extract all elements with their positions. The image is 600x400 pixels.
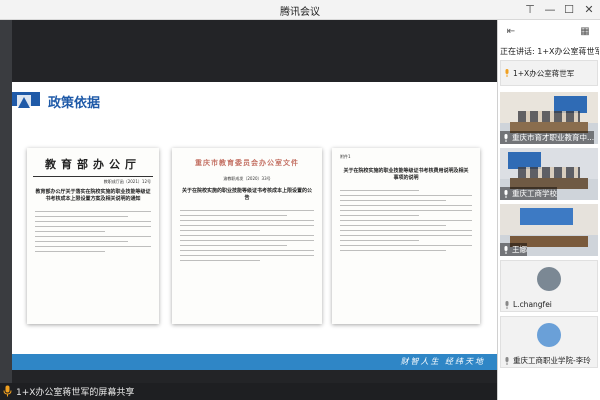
share-status-text: 1+X办公室蒋世军的屏幕共享 (16, 388, 135, 398)
shared-screen: 政策依据 教育部办公厅 教职成厅函〔2021〕12号 教育部办公厅关于落实在院校… (12, 20, 497, 383)
close-button[interactable]: ✕ (581, 2, 597, 18)
doc1-body-text (35, 211, 151, 252)
share-status-bar: 1+X办公室蒋世军的屏幕共享 (0, 383, 497, 400)
doc2-number: 渝教职成发〔2020〕33号 (223, 176, 271, 181)
participant-tile[interactable]: 重庆工商学校 (500, 148, 598, 200)
microphone-icon (504, 189, 508, 198)
doc2-header: 重庆市教育委员会办公室文件 (195, 158, 299, 167)
slide-logo-icon (17, 95, 31, 109)
microphone-icon (505, 69, 509, 77)
slide-title: 政策依据 (48, 95, 101, 110)
participant-name: 1+X办公室蒋世军 (513, 68, 575, 78)
microphone-icon (505, 356, 509, 365)
document-thumbnail-3: 附件1 关于在院校实施的职业技能等级证书考核费用说明及相关事项的说明 (332, 148, 480, 324)
participant-tile[interactable]: 重庆市育才职业教育中... (500, 92, 598, 144)
microphone-icon (504, 133, 508, 142)
participant-name: 王娜 (512, 245, 527, 254)
participant-tile[interactable]: 1+X办公室蒋世军 (500, 60, 598, 86)
participant-tile[interactable]: 王娜 (500, 204, 598, 256)
participant-tile[interactable]: L.changfei (500, 260, 598, 312)
doc1-number: 教职成厅函〔2021〕12号 (103, 179, 151, 184)
doc2-body-text (180, 210, 314, 261)
maximize-button[interactable]: ☐ (561, 2, 577, 18)
grid-view-icon[interactable]: ▦ (578, 25, 592, 39)
microphone-icon (505, 300, 509, 309)
collapse-icon[interactable]: ⇤ (504, 25, 518, 39)
presentation-slide: 政策依据 教育部办公厅 教职成厅函〔2021〕12号 教育部办公厅关于落实在院校… (12, 82, 497, 370)
participant-name: 重庆市育才职业教育中... (512, 133, 595, 142)
participants-panel: ⇤ ▦ 正在讲话: 1+X办公室蒋世军 1+X办公室蒋世军 重庆市育才职业教育中… (497, 20, 600, 400)
title-bar: 腾讯会议 ⊤ — ☐ ✕ (0, 0, 600, 20)
window-title: 腾讯会议 (280, 7, 320, 18)
doc3-tag: 附件1 (340, 154, 351, 159)
document-thumbnail-1: 教育部办公厅 教职成厅函〔2021〕12号 教育部办公厅关于落实在院校实施的职业… (27, 148, 159, 324)
slide-footer-bar: 财智人生 经纬天地 (12, 354, 497, 370)
doc3-body-text (340, 190, 472, 251)
microphone-icon (504, 245, 508, 254)
avatar (537, 267, 561, 291)
slide-slogan: 财智人生 经纬天地 (400, 357, 485, 366)
pin-icon[interactable]: ⊤ (522, 2, 538, 18)
speaking-indicator: 正在讲话: 1+X办公室蒋世军 (500, 47, 599, 56)
document-thumbnail-2: 重庆市教育委员会办公室文件 渝教职成发〔2020〕33号 关于在院校实施的职业技… (172, 148, 322, 324)
doc1-title: 教育部办公厅关于落实在院校实施的职业技能等级证书考核成本上限设置方案及相关说明的… (35, 189, 151, 202)
minimize-button[interactable]: — (542, 2, 558, 18)
doc2-title: 关于在院校实施的职业技能等级证书考核成本上限设置的公告 (182, 188, 313, 201)
participant-tile[interactable]: 重庆工商职业学院-李玲 (500, 316, 598, 368)
doc3-title: 关于在院校实施的职业技能等级证书考核费用说明及相关事项的说明 (343, 168, 469, 181)
participant-name: 重庆工商职业学院-李玲 (513, 356, 591, 365)
participant-name: L.changfei (513, 300, 552, 309)
left-toolbar (0, 20, 12, 383)
microphone-icon[interactable] (3, 385, 12, 397)
avatar (537, 323, 561, 347)
participant-name: 重庆工商学校 (512, 189, 557, 198)
doc1-header: 教育部办公厅 (45, 158, 141, 171)
